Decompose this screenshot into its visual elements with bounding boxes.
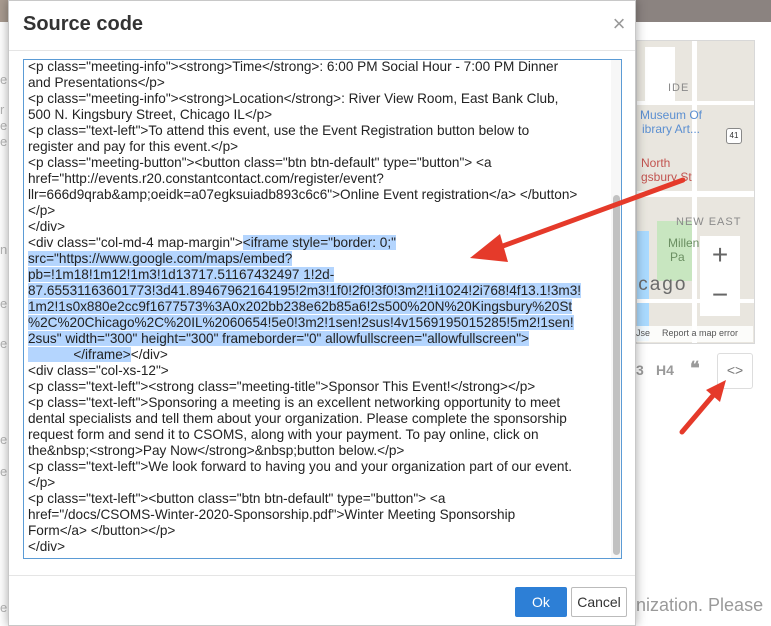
background-text-fragment: e [0,118,8,133]
map-label: Pa [670,250,685,264]
toolbar-heading4-button[interactable]: H4 [656,362,674,378]
background-text-fragment: e [0,464,8,479]
background-text-fragment: e [0,336,8,351]
background-text-fragment: e [0,432,8,447]
dialog-footer-divider [9,575,635,576]
map-label: IDE [668,82,690,94]
map-city-label: icago [632,274,688,295]
close-icon[interactable]: × [607,13,631,37]
background-text-fragment: n [0,242,8,257]
ok-button[interactable]: Ok [515,587,567,617]
background-text-fragment: e [0,600,8,615]
source-code-content[interactable]: <p class="meeting-info"><strong>Time</st… [28,59,600,555]
code-text-before-selection: <p class="meeting-info"><strong>Time</st… [28,59,578,250]
source-code-dialog: Source code × <p class="meeting-info"><s… [8,0,636,626]
background-text-fragment: r [0,102,5,117]
source-code-textarea[interactable]: <p class="meeting-info"><strong>Time</st… [23,59,622,559]
map-footer: Jse Report a map error [636,326,753,342]
map-label: ibrary Art... [642,122,701,136]
map-report-error-link[interactable]: Report a map error [662,328,738,338]
background-text-fragment: e [0,134,8,149]
map-terms-link[interactable]: Jse [636,328,650,338]
background-text-fragment: e [0,72,8,87]
toolbar-heading3-button[interactable]: 3 [636,362,644,378]
map-zoom-in-button[interactable]: + [700,236,740,276]
cancel-button[interactable]: Cancel [571,587,627,617]
map-zoom-out-button[interactable]: − [700,276,740,316]
map-label: Museum Of [640,108,703,122]
map-label: North [641,156,671,170]
map-label: gsbury St [641,170,692,184]
scrollbar-thumb[interactable] [613,195,620,555]
toolbar-quote-button[interactable]: ❝ [690,358,700,379]
dialog-header: Source code × [9,1,635,51]
dialog-title: Source code [23,13,144,35]
map-road [692,41,697,343]
source-code-button[interactable]: <> [717,353,753,389]
map-tile-edge [645,47,675,103]
map-label: Millen [668,236,700,250]
code-text-after-selection: </div> <div class="col-xs-12"> <p class=… [28,347,573,554]
map-label: NEW EAST [676,216,742,228]
background-paragraph-text: nization. Please [636,595,764,615]
background-text-fragment: e [0,296,8,311]
route-shield-icon: 41 [726,128,742,144]
selected-iframe-code: <iframe style="border: 0;" src="https://… [28,235,582,362]
